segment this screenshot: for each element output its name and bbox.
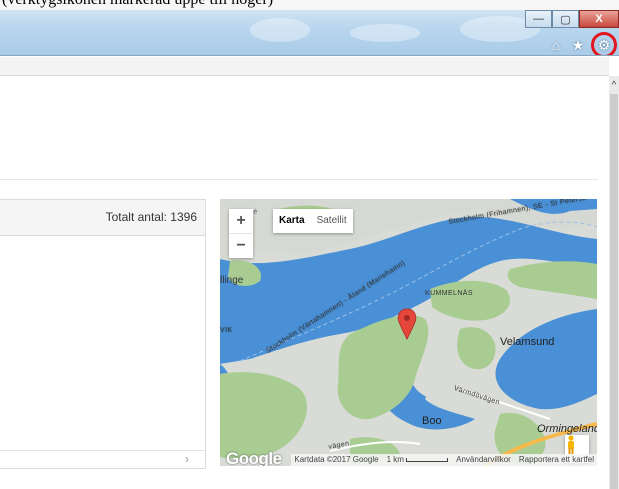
browser-chrome: — ▢ X ⌂ ★ ⚙ [0, 10, 619, 56]
top-caption-strip: (verktygsikonen markerad uppe till höger… [0, 0, 619, 10]
total-count: Totalt antal: 1396 [105, 210, 197, 224]
map-label-vik: VIK [220, 327, 233, 334]
map-scale: 1 km [387, 454, 449, 466]
map-label-orminge: Ormingelande [537, 423, 597, 435]
map-label-kummelnas: KUMMELNÄS [425, 290, 473, 297]
scroll-thumb[interactable] [610, 94, 618, 489]
map-label-boo: Boo [422, 415, 442, 427]
map-attribution-bar: Kartdata ©2017 Google 1 km Användarvillk… [291, 454, 597, 466]
results-list-footer: › [0, 450, 205, 468]
gear-icon[interactable]: ⚙ [595, 36, 613, 54]
maximize-button[interactable]: ▢ [552, 10, 579, 28]
report-map-error-link[interactable]: Rapportera ett kartfel [519, 454, 594, 466]
zoom-control: + − [229, 209, 253, 258]
vertical-scrollbar[interactable]: ^ [609, 76, 619, 489]
command-bar [0, 57, 609, 76]
map-type-satellit[interactable]: Satellit [311, 209, 353, 233]
home-icon[interactable]: ⌂ [547, 36, 565, 54]
chrome-decoration [350, 24, 420, 42]
highlight-circle: ⚙ [591, 32, 617, 55]
close-button[interactable]: X [579, 10, 619, 28]
minimize-button[interactable]: — [525, 10, 552, 28]
scroll-up-arrow[interactable]: ^ [609, 80, 619, 92]
zoom-out-button[interactable]: − [229, 234, 253, 258]
favorites-star-icon[interactable]: ★ [569, 36, 587, 54]
results-list-header: Totalt antal: 1396 [0, 200, 205, 236]
top-caption: (verktygsikonen markerad uppe till höger… [2, 0, 273, 9]
map-scale-label: 1 km [386, 455, 404, 464]
scale-bar [406, 457, 449, 462]
divider [0, 179, 598, 180]
terms-link[interactable]: Användarvillkor [456, 454, 511, 466]
chrome-decoration [250, 18, 310, 42]
map-view[interactable]: svägé llinge VIK KUMMELNÄS Velamsund Boo… [220, 199, 597, 466]
pegman-icon [568, 435, 574, 454]
map-data-credit: Kartdata ©2017 Google [294, 455, 379, 464]
results-list-panel: Totalt antal: 1396 › [0, 199, 206, 469]
screenshot-root: (verktygsikonen markerad uppe till höger… [0, 0, 619, 489]
marker-dot [404, 315, 410, 321]
toolbar-icons: ⌂ ★ ⚙ [547, 32, 617, 55]
next-page-arrow[interactable]: › [185, 452, 189, 466]
map-type-control: Karta Satellit [273, 209, 353, 233]
map-label-illinge: llinge [220, 275, 244, 286]
zoom-in-button[interactable]: + [229, 209, 253, 233]
map-label-velamsund: Velamsund [500, 336, 555, 348]
window-controls: — ▢ X [525, 10, 619, 28]
google-logo[interactable]: Google [226, 449, 282, 466]
map-type-karta[interactable]: Karta [273, 209, 311, 233]
